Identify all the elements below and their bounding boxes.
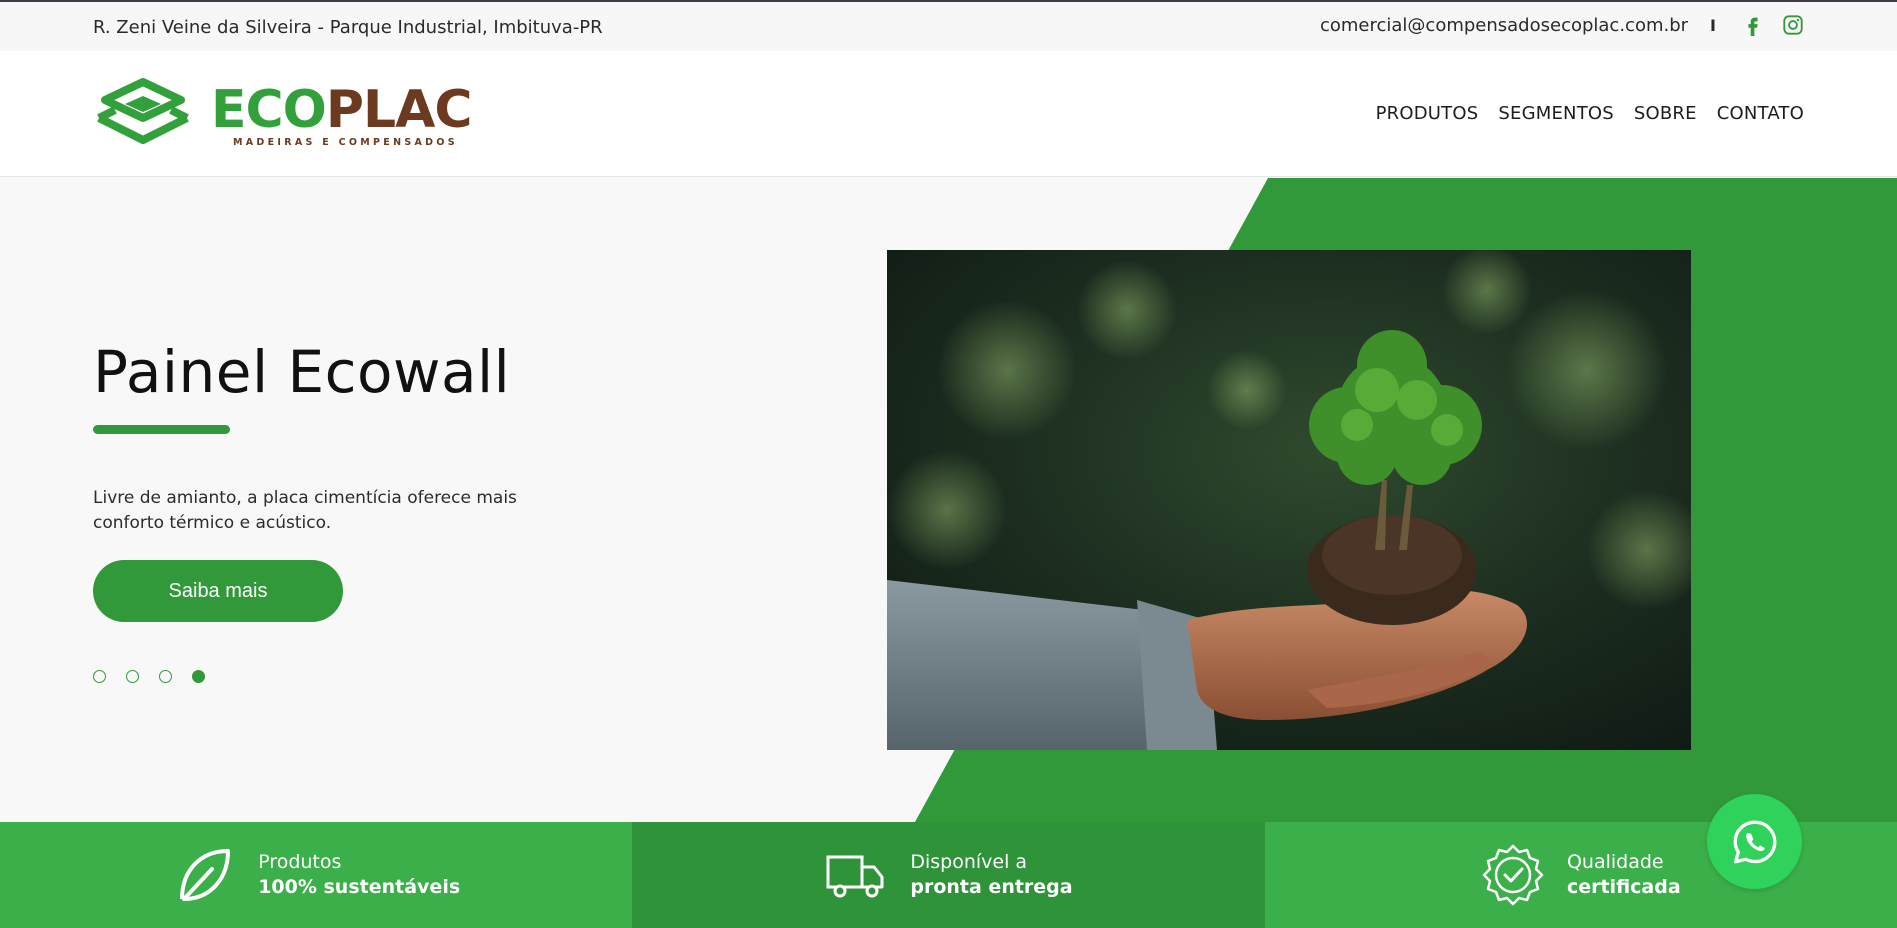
nav-item-contato[interactable]: CONTATO (1717, 103, 1804, 124)
logo-plac: PLAC (325, 80, 473, 140)
title-underline (93, 425, 230, 434)
whatsapp-button[interactable] (1707, 794, 1802, 889)
logo-eco: ECO (211, 80, 327, 140)
hero-slider: Painel Ecowall Livre de amianto, a placa… (0, 178, 1897, 822)
facebook-icon[interactable] (1742, 14, 1764, 36)
slide-dot-1[interactable] (93, 670, 106, 683)
top-bar: R. Zeni Veine da Silveira - Parque Indus… (0, 0, 1897, 51)
logo-wordmark: ECOPLAC MADEIRAS E COMPENSADOS (211, 78, 473, 150)
feature-line1: Produtos (258, 851, 342, 873)
feature-line1: Qualidade (1566, 851, 1664, 873)
logo-tagline: MADEIRAS E COMPENSADOS (233, 137, 458, 148)
hero-description: Livre de amianto, a placa cimentícia ofe… (93, 488, 517, 533)
slider-dots (93, 670, 205, 683)
features-strip: Produtos 100% sustentáveis Disponível a … (0, 822, 1897, 928)
top-bar-contact: comercial@compensadosecoplac.com.br I (1320, 14, 1804, 36)
feature-line1: Disponível a (910, 851, 1028, 873)
nav-item-produtos[interactable]: PRODUTOS (1376, 103, 1479, 124)
saiba-mais-button[interactable]: Saiba mais (93, 560, 343, 622)
certified-badge-icon (1482, 844, 1544, 906)
nav-item-sobre[interactable]: SOBRE (1634, 103, 1697, 124)
instagram-icon[interactable] (1782, 14, 1804, 36)
email-link[interactable]: comercial@compensadosecoplac.com.br (1320, 15, 1688, 36)
hero-title: Painel Ecowall (93, 338, 511, 406)
whatsapp-icon (1733, 820, 1776, 863)
feature-line2: certificada (1566, 876, 1681, 898)
slide-dot-2[interactable] (126, 670, 139, 683)
slide-dot-4-active[interactable] (192, 670, 205, 683)
leaf-icon (180, 849, 231, 901)
logo-layers-icon (97, 78, 189, 144)
feature-line2: 100% sustentáveis (258, 876, 461, 898)
main-nav: PRODUTOS SEGMENTOS SOBRE CONTATO (1376, 103, 1804, 124)
feature-line2: pronta entrega (910, 876, 1073, 898)
feature-pronta-entrega: Disponível a pronta entrega (632, 822, 1265, 928)
slide-dot-3[interactable] (159, 670, 172, 683)
site-header: ECOPLAC MADEIRAS E COMPENSADOS PRODUTOS … (0, 51, 1897, 177)
ecoplac-logo[interactable]: ECOPLAC MADEIRAS E COMPENSADOS (93, 78, 473, 150)
truck-icon (826, 855, 884, 898)
feature-qualidade: Qualidade certificada (1264, 822, 1897, 928)
feature-sustentaveis: Produtos 100% sustentáveis (0, 822, 633, 928)
hero-image (887, 250, 1691, 750)
address-text: R. Zeni Veine da Silveira - Parque Indus… (93, 17, 603, 38)
nav-item-segmentos[interactable]: SEGMENTOS (1498, 103, 1614, 124)
separator: I (1710, 15, 1716, 35)
